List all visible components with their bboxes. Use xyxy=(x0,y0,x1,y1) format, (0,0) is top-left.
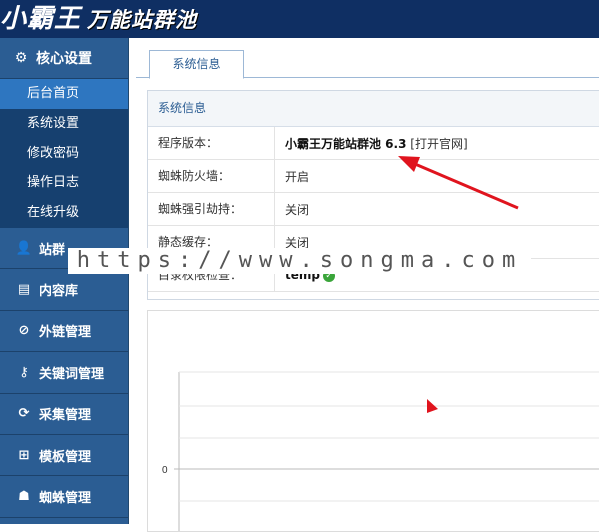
sidebar-category-label: 内容库 xyxy=(39,284,79,300)
main-content: 系统信息 系统信息 程序版本： 小霸王万能站群池 6.3 [打开官网] 蜘蛛防火… xyxy=(130,38,599,532)
sidebar-item-operation-log[interactable]: 操作日志 xyxy=(0,168,128,198)
sidebar-category-label: 关键词管理 xyxy=(39,366,105,382)
document-icon: ▤ xyxy=(17,282,31,298)
version-value: 小霸王万能站群池 6.3 xyxy=(285,136,407,151)
logo: 小霸王 万能站群池 xyxy=(0,2,197,36)
tab-bar: 系统信息 xyxy=(136,47,599,79)
gear-icon: ⚙ xyxy=(14,50,28,66)
info-row-hijack: 蜘蛛强引劫持： 关闭 xyxy=(148,193,599,226)
sidebar-item-change-password[interactable]: 修改密码 xyxy=(0,139,128,169)
sidebar: ⚙ 核心设置 后台首页 系统设置 修改密码 操作日志 在线升级 👤 站群 ▤ 内… xyxy=(0,38,129,524)
sidebar-category-label: 采集管理 xyxy=(39,408,92,424)
sidebar-category-label: 蜘蛛管理 xyxy=(39,491,92,507)
logo-sub: 万能站群池 xyxy=(87,8,198,32)
info-value: 关闭 xyxy=(285,202,310,217)
panel-title: 系统信息 xyxy=(148,91,599,127)
sidebar-category-templates[interactable]: ⊞ 模板管理 xyxy=(0,434,128,477)
sidebar-category-links[interactable]: ⊘ 外链管理 xyxy=(0,310,128,353)
sidebar-sub-list: 后台首页 系统设置 修改密码 操作日志 在线升级 xyxy=(0,79,128,228)
info-label: 蜘蛛防火墙： xyxy=(148,160,275,192)
tab-system-info[interactable]: 系统信息 xyxy=(149,50,244,79)
key-icon: ⚷ xyxy=(19,364,29,380)
chart-y-tick-label: 0 xyxy=(162,465,168,476)
sidebar-category-label: 模板管理 xyxy=(39,449,92,465)
refresh-icon: ⟳ xyxy=(18,406,30,422)
watermark-text: https://www.songma.com xyxy=(68,248,531,274)
info-label: 程序版本： xyxy=(148,127,275,159)
windows-icon: ⊞ xyxy=(18,447,30,463)
top-header: 小霸王 万能站群池 xyxy=(0,0,599,38)
sidebar-item-system-settings[interactable]: 系统设置 xyxy=(0,109,128,139)
android-icon: ☗ xyxy=(18,489,30,505)
sidebar-category-spiders[interactable]: ☗ 蜘蛛管理 xyxy=(0,476,128,518)
link-icon: ⊘ xyxy=(18,323,30,339)
sidebar-category-collect[interactable]: ⟳ 采集管理 xyxy=(0,393,128,435)
sidebar-section-label: 核心设置 xyxy=(36,51,92,67)
info-row-version: 程序版本： 小霸王万能站群池 6.3 [打开官网] xyxy=(148,127,599,160)
info-value: 开启 xyxy=(285,169,310,184)
chart-svg: 0 xyxy=(162,371,599,531)
chart-area: 0 xyxy=(147,310,599,532)
sidebar-item-dashboard[interactable]: 后台首页 xyxy=(0,79,128,109)
sidebar-category-content[interactable]: ▤ 内容库 xyxy=(0,269,128,311)
sidebar-section-core-settings[interactable]: ⚙ 核心设置 xyxy=(0,38,128,79)
sidebar-category-keywords[interactable]: ⚷ 关键词管理 xyxy=(0,352,128,394)
sidebar-item-online-upgrade[interactable]: 在线升级 xyxy=(0,198,128,228)
info-value: 小霸王万能站群池 6.3 [打开官网] xyxy=(275,135,468,152)
user-icon: 👤 xyxy=(15,240,33,256)
info-label: 蜘蛛强引劫持： xyxy=(148,193,275,225)
sidebar-category-label: 外链管理 xyxy=(39,325,92,341)
logo-main: 小霸王 xyxy=(0,4,82,34)
official-site-link[interactable]: [打开官网] xyxy=(410,137,467,151)
info-row-firewall: 蜘蛛防火墙： 开启 xyxy=(148,160,599,193)
sidebar-category-label: 站群 xyxy=(39,242,66,258)
